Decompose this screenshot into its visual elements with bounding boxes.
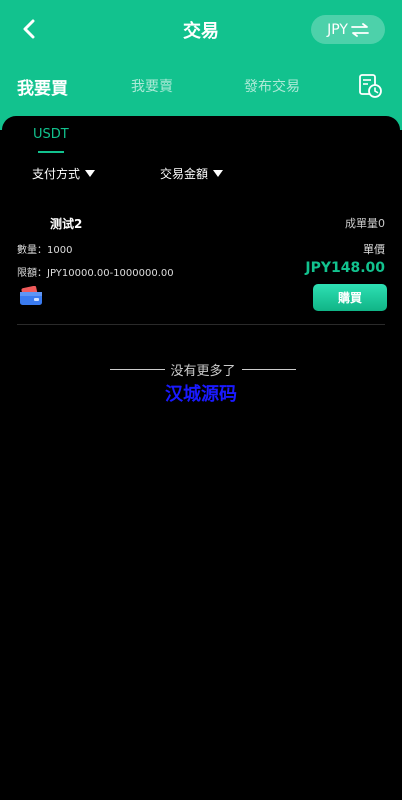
amount-filter-label: 交易金額 bbox=[160, 167, 209, 181]
header: 交易 JPY 我要買 我要賣 發布交易 bbox=[0, 0, 402, 130]
unit-price-label: 單價 bbox=[363, 243, 385, 256]
tab-sell[interactable]: 我要賣 bbox=[131, 76, 173, 96]
order-panel: USDT 支付方式 交易金額 测试2 成單量0 數量：1000 單價 限額：JP… bbox=[2, 116, 400, 800]
payment-method-filter[interactable]: 支付方式 bbox=[32, 165, 96, 182]
order-limit: 限額：JPY10000.00-1000000.00 bbox=[17, 268, 174, 279]
amount-filter[interactable]: 交易金額 bbox=[160, 165, 224, 182]
tab-buy[interactable]: 我要買 bbox=[17, 74, 68, 99]
order-card: 测试2 成單量0 數量：1000 單價 限額：JPY10000.00-10000… bbox=[17, 212, 387, 324]
tab-publish[interactable]: 發布交易 bbox=[244, 76, 300, 96]
trade-tabs: 我要買 我要賣 發布交易 bbox=[0, 62, 402, 112]
coin-tab-indicator bbox=[38, 151, 64, 153]
currency-switch-button[interactable]: JPY bbox=[311, 15, 385, 44]
divider-line bbox=[110, 369, 165, 370]
coin-tab-usdt[interactable]: USDT bbox=[33, 127, 69, 142]
deal-count: 成單量0 bbox=[345, 217, 385, 230]
divider bbox=[17, 324, 385, 325]
payment-method-label: 支付方式 bbox=[32, 167, 81, 181]
watermark: 汉城源码 bbox=[165, 384, 237, 405]
buy-button[interactable]: 購買 bbox=[313, 284, 387, 311]
merchant-name: 测试2 bbox=[50, 217, 83, 231]
currency-label: JPY bbox=[327, 21, 348, 38]
caret-down-icon bbox=[213, 170, 224, 177]
no-more-indicator: 没有更多了 bbox=[110, 360, 297, 379]
order-history-icon[interactable] bbox=[356, 72, 384, 100]
divider-line bbox=[241, 369, 297, 370]
swap-arrows-icon bbox=[351, 22, 369, 37]
wallet-card-icon bbox=[20, 286, 42, 305]
unit-price: JPY148.00 bbox=[305, 260, 385, 276]
nav-bar: 交易 JPY bbox=[0, 0, 402, 58]
caret-down-icon bbox=[85, 170, 96, 177]
no-more-text: 没有更多了 bbox=[170, 364, 236, 379]
order-quantity: 數量：1000 bbox=[17, 245, 73, 256]
